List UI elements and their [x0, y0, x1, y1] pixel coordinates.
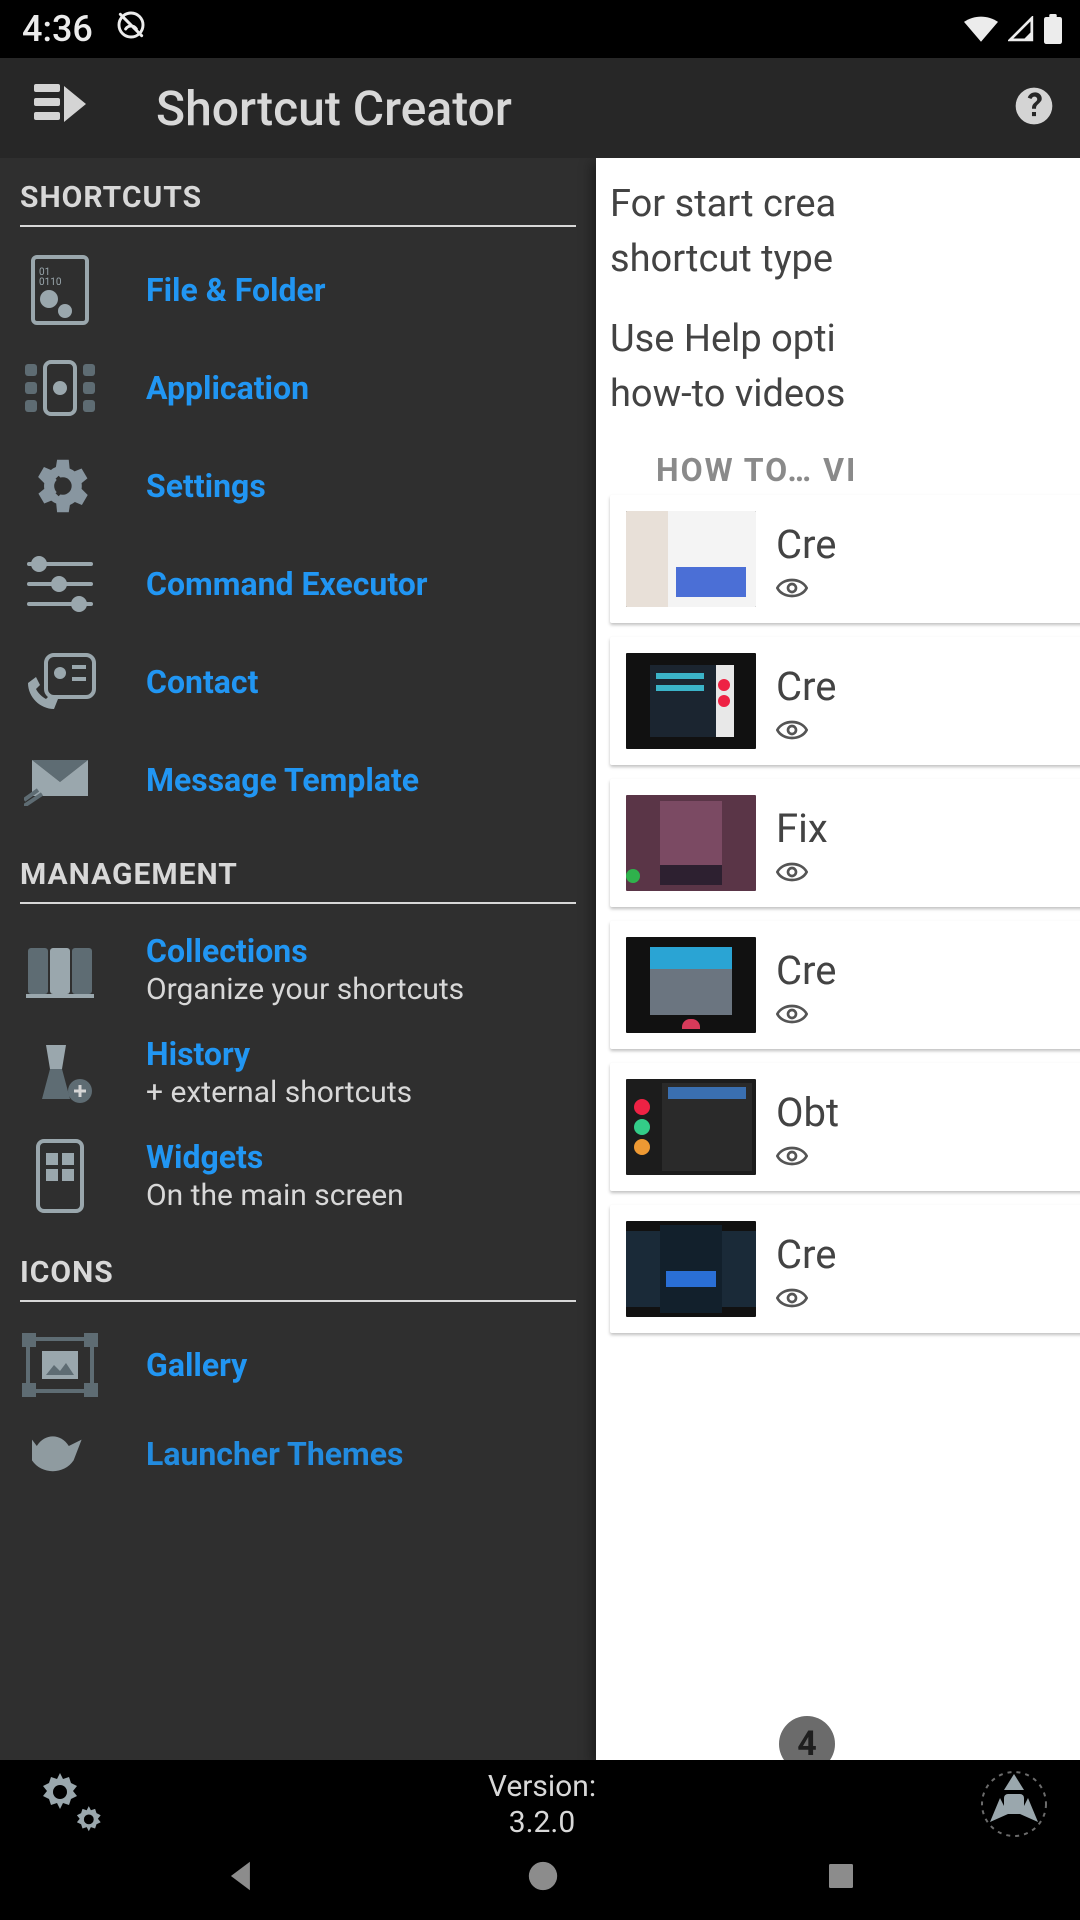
collections-icon: [20, 935, 100, 1005]
menu-file-folder[interactable]: 010110 File & Folder: [20, 241, 576, 339]
version-label: Version:: [488, 1769, 596, 1805]
video-thumb-1: [626, 511, 756, 607]
video-title-2: Cre: [776, 661, 836, 713]
video-thumb-3: [626, 795, 756, 891]
menu-contact-label: Contact: [146, 663, 258, 701]
video-title-6: Cre: [776, 1229, 836, 1281]
menu-collections-sub: Organize your shortcuts: [146, 972, 464, 1007]
menu-gallery[interactable]: Gallery: [20, 1316, 576, 1414]
app-logo-icon[interactable]: [34, 82, 90, 134]
menu-history-label: History: [146, 1035, 412, 1073]
section-management-header: MANAGEMENT: [20, 857, 576, 904]
section-icons-header: ICONS: [20, 1255, 576, 1302]
video-thumb-5: [626, 1079, 756, 1175]
status-time: 4:36: [22, 8, 93, 50]
battery-icon: [1044, 14, 1062, 44]
menu-message-template-label: Message Template: [146, 761, 419, 799]
menu-application[interactable]: Application: [20, 339, 576, 437]
menu-widgets-sub: On the main screen: [146, 1178, 404, 1213]
fab-badge-count: 4: [797, 1724, 817, 1760]
settings-gears-icon[interactable]: [24, 1764, 112, 1846]
help-intro-line2: shortcut type: [610, 235, 1080, 284]
video-title-5: Obt: [776, 1087, 839, 1139]
video-thumb-4: [626, 937, 756, 1033]
video-eye-icon-3: [776, 861, 828, 883]
nav-bar: [0, 1850, 1080, 1920]
help-icon[interactable]: [1012, 84, 1056, 132]
help-intro-line4: how-to videos: [610, 370, 1080, 419]
video-thumb-6: [626, 1221, 756, 1317]
menu-launcher-themes-label: Launcher Themes: [146, 1435, 403, 1473]
menu-gallery-label: Gallery: [146, 1346, 247, 1384]
menu-application-label: Application: [146, 369, 309, 407]
help-intro-line1: For start crea: [610, 180, 1080, 229]
dnd-icon: [115, 8, 147, 50]
settings-icon: [20, 451, 100, 521]
menu-widgets[interactable]: Widgets On the main screen: [20, 1124, 576, 1227]
nav-home-icon[interactable]: [526, 1859, 560, 1897]
video-card-6[interactable]: Cre: [610, 1205, 1080, 1333]
help-intro-line3: Use Help opti: [610, 315, 1080, 364]
video-eye-icon-4: [776, 1003, 836, 1025]
launcher-themes-icon: [20, 1419, 100, 1489]
video-title-1: Cre: [776, 519, 836, 571]
menu-command-executor-label: Command Executor: [146, 565, 428, 603]
menu-widgets-label: Widgets: [146, 1138, 404, 1176]
menu-history-sub: + external shortcuts: [146, 1075, 412, 1110]
video-eye-icon-2: [776, 719, 836, 741]
file-folder-icon: 010110: [20, 255, 100, 325]
status-bar: 4:36: [0, 0, 1080, 58]
nav-back-icon[interactable]: [223, 1857, 261, 1899]
share-icon[interactable]: [972, 1764, 1056, 1846]
menu-collections-label: Collections: [146, 932, 464, 970]
history-icon: [20, 1038, 100, 1108]
version-value: 3.2.0: [488, 1805, 596, 1841]
menu-settings-label: Settings: [146, 467, 266, 505]
app-bar: Shortcut Creator: [0, 58, 1080, 158]
menu-message-template[interactable]: Message Template: [20, 731, 576, 829]
video-eye-icon-1: [776, 577, 836, 599]
left-pane: SHORTCUTS 010110 File & Folder Applicati…: [0, 158, 596, 1760]
menu-launcher-themes[interactable]: Launcher Themes: [20, 1414, 576, 1494]
video-card-4[interactable]: Cre: [610, 921, 1080, 1049]
menu-history[interactable]: History + external shortcuts: [20, 1021, 576, 1124]
video-eye-icon-6: [776, 1287, 836, 1309]
app-title: Shortcut Creator: [156, 80, 946, 137]
contact-icon: [20, 647, 100, 717]
cell-signal-icon: [1008, 16, 1034, 42]
video-title-4: Cre: [776, 945, 836, 997]
svg-text:0110: 0110: [39, 277, 62, 288]
widgets-icon: [20, 1141, 100, 1211]
video-card-5[interactable]: Obt: [610, 1063, 1080, 1191]
howto-header: HOW TO… VI: [656, 450, 1080, 492]
video-card-2[interactable]: Cre: [610, 637, 1080, 765]
menu-contact[interactable]: Contact: [20, 633, 576, 731]
video-card-1[interactable]: Cre: [610, 495, 1080, 623]
menu-file-folder-label: File & Folder: [146, 271, 326, 309]
bottom-bar: Version: 3.2.0: [0, 1760, 1080, 1850]
menu-command-executor[interactable]: Command Executor: [20, 535, 576, 633]
envelope-icon: [20, 745, 100, 815]
menu-collections[interactable]: Collections Organize your shortcuts: [20, 918, 576, 1021]
application-icon: [20, 353, 100, 423]
video-card-3[interactable]: Fix: [610, 779, 1080, 907]
menu-settings[interactable]: Settings: [20, 437, 576, 535]
sliders-icon: [20, 549, 100, 619]
section-shortcuts-header: SHORTCUTS: [20, 180, 576, 227]
video-eye-icon-5: [776, 1145, 839, 1167]
video-thumb-2: [626, 653, 756, 749]
help-panel: For start crea shortcut type Use Help op…: [596, 158, 1080, 1760]
video-title-3: Fix: [776, 803, 828, 855]
wifi-icon: [964, 16, 998, 42]
gallery-icon: [20, 1330, 100, 1400]
nav-recents-icon[interactable]: [825, 1860, 857, 1896]
